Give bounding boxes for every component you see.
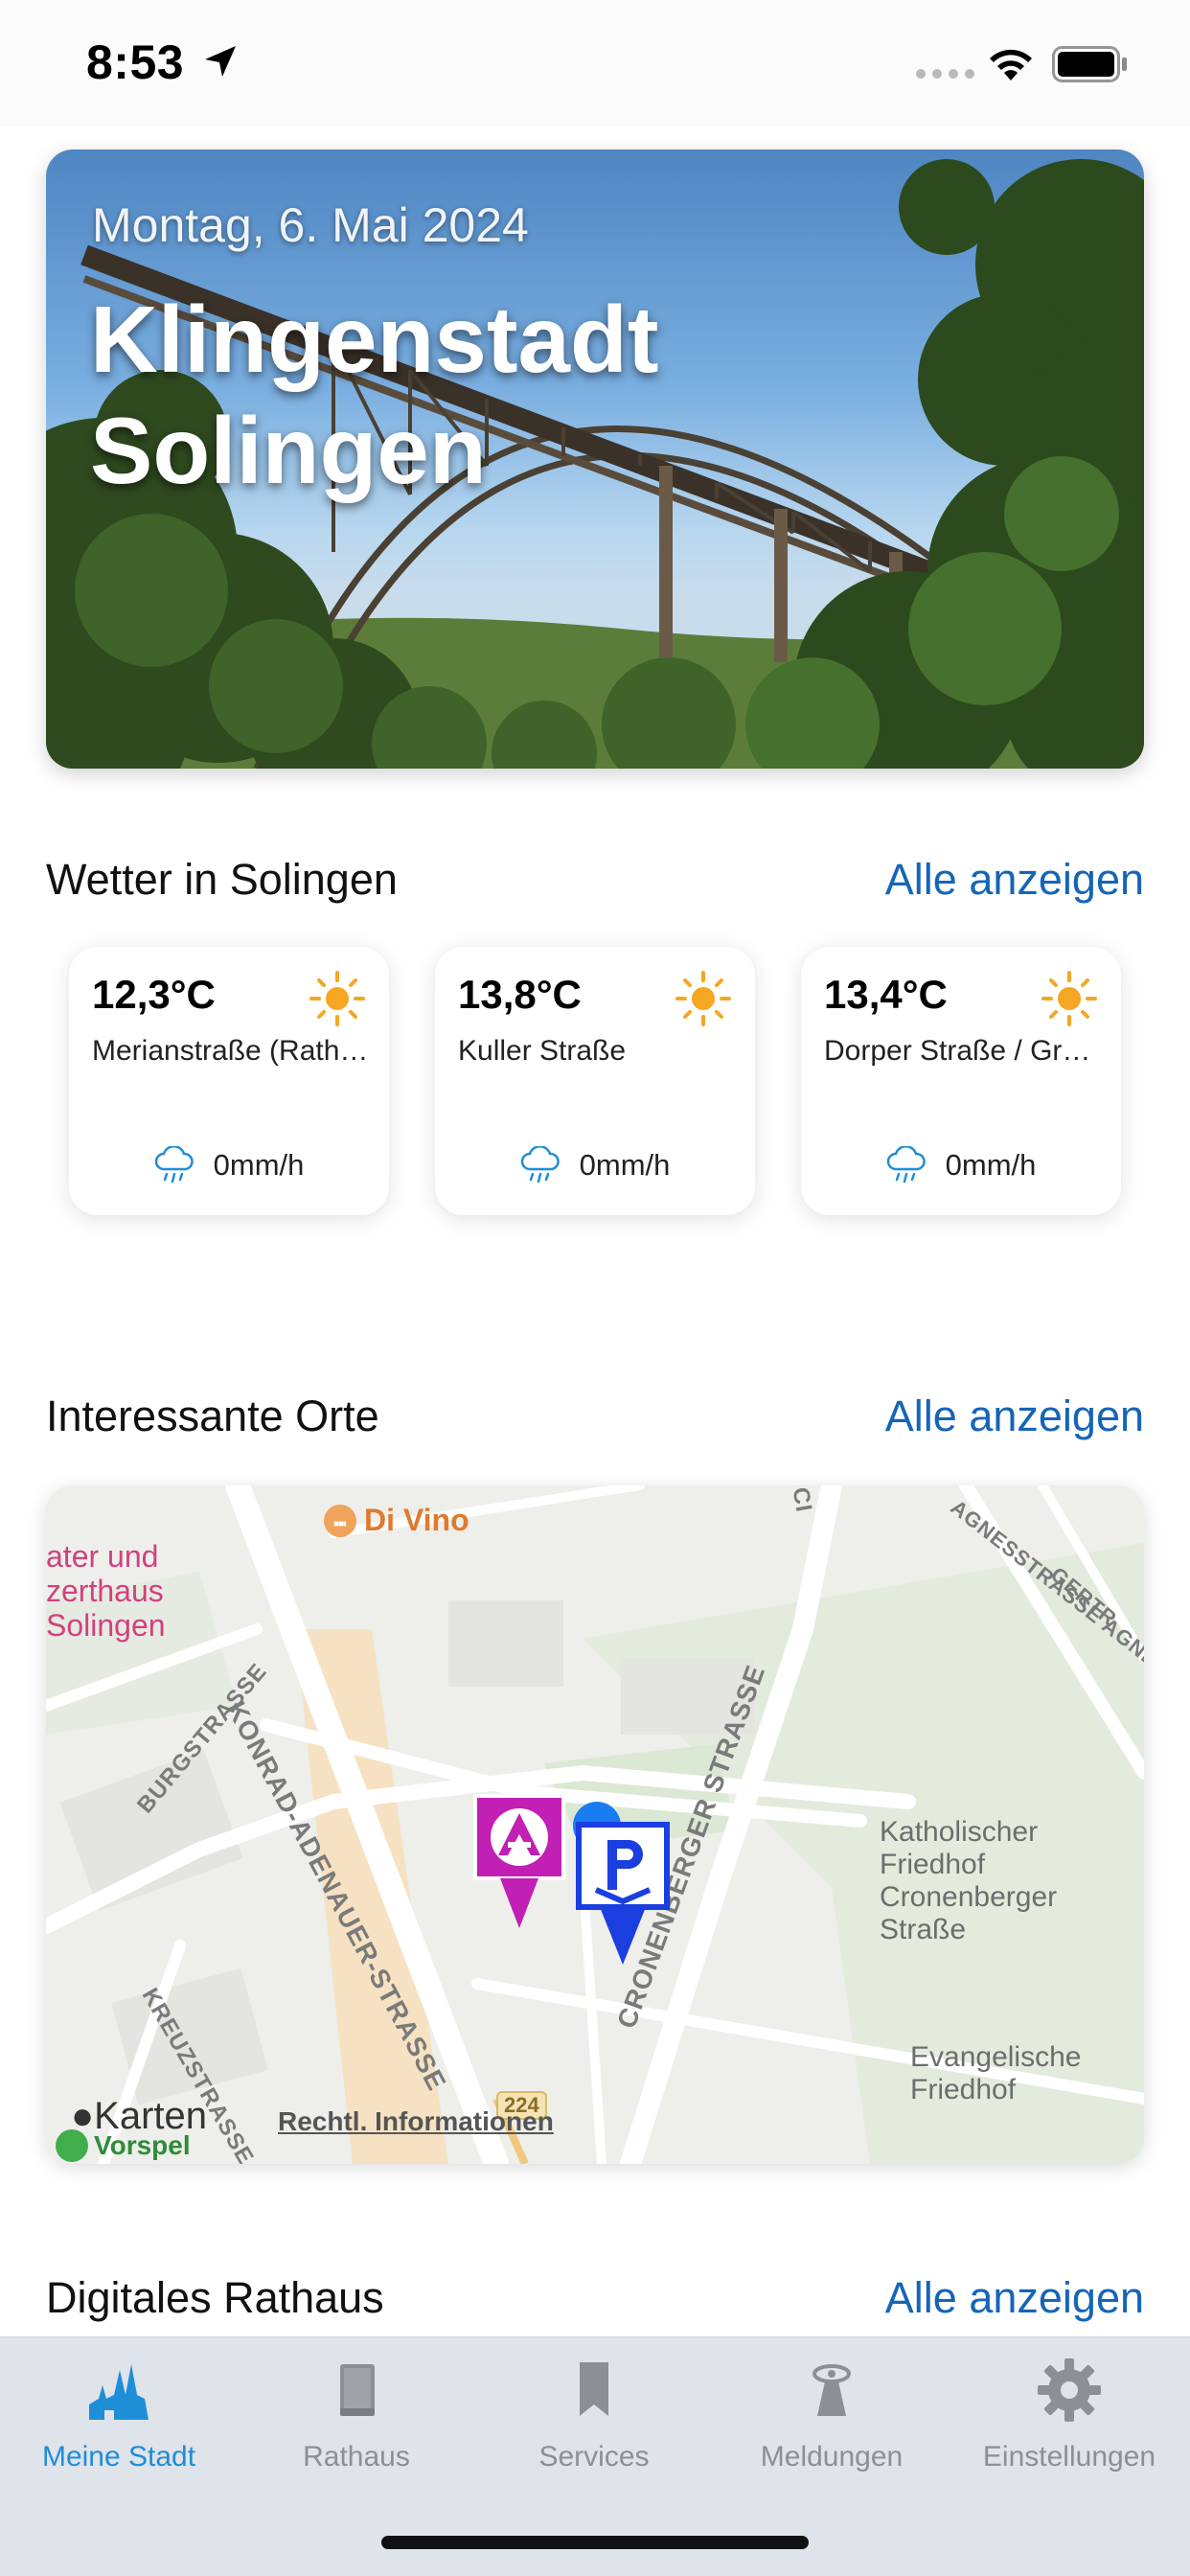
places-map[interactable]: ⑉ Di Vino ater und zerthaus Solingen KON… [46, 1485, 1144, 2164]
app-screen: 8:53 Montag, 6. Mai 2024 Klingenstadt So… [0, 0, 1190, 2576]
status-bar: 8:53 [0, 0, 1190, 126]
parking-marker-icon[interactable] [575, 1821, 675, 1965]
tab-label: Meine Stadt [41, 2441, 196, 2472]
tab-label: Einstellungen [982, 2441, 1156, 2472]
book-icon [340, 2364, 375, 2416]
tab-einstellungen[interactable]: Einstellungen [950, 2357, 1188, 2500]
weather-station-name: Dorper Straße / Grünewald [824, 1035, 1102, 1067]
places-show-all-link[interactable]: Alle anzeigen [885, 1392, 1144, 1441]
weather-card[interactable]: 12,3°C Merianstraße (Rathaus) 0mm/h [69, 947, 389, 1215]
cloud-rain-icon [154, 1146, 194, 1184]
weather-rain-value: 0mm/h [945, 1148, 1037, 1182]
employment-agency-marker-icon[interactable] [473, 1794, 569, 1928]
weather-rain: 0mm/h [69, 1146, 389, 1184]
cloud-rain-icon [886, 1146, 926, 1184]
tab-meine-stadt[interactable]: Meine Stadt [0, 2357, 238, 2500]
tab-rathaus[interactable]: Rathaus [238, 2357, 475, 2500]
sun-icon [1041, 971, 1097, 1026]
hero-title-line1: Klingenstadt [90, 287, 659, 392]
cloud-rain-icon [520, 1146, 560, 1184]
weather-temperature: 13,4°C [824, 972, 948, 1017]
restaurant-icon: ⑉ [324, 1504, 356, 1537]
tab-services[interactable]: Services [475, 2357, 713, 2500]
weather-show-all-link[interactable]: Alle anzeigen [885, 855, 1144, 905]
weather-rain: 0mm/h [435, 1146, 755, 1184]
places-section-title: Interessante Orte [46, 1392, 379, 1440]
map-legal-link[interactable]: Rechtl. Informationen [278, 2106, 554, 2137]
weather-temperature: 12,3°C [92, 972, 216, 1017]
weather-temperature: 13,8°C [458, 972, 582, 1017]
sun-icon [309, 971, 365, 1026]
tab-label: Services [538, 2441, 650, 2472]
weather-station-name: Merianstraße (Rathaus) [92, 1035, 370, 1067]
map-poi-katholischer-friedhof[interactable]: Katholischer Friedhof Cronenberger Straß… [880, 1816, 1057, 1946]
map-poi-divino[interactable]: ⑉ Di Vino [324, 1503, 469, 1538]
hero-title-line2: Solingen [90, 398, 487, 503]
weather-section-header: Wetter in Solingen Alle anzeigen [46, 855, 1144, 912]
weather-rain-value: 0mm/h [213, 1148, 305, 1182]
hero-date: Montag, 6. Mai 2024 [92, 198, 529, 252]
hero-title: Klingenstadt Solingen [90, 284, 952, 506]
weather-card[interactable]: 13,8°C Kuller Straße 0mm/h [435, 947, 755, 1215]
cellular-signal-icon [916, 69, 974, 79]
arrow-up-icon [56, 2129, 88, 2162]
hero-banner[interactable]: Montag, 6. Mai 2024 Klingenstadt Solinge… [46, 150, 1144, 769]
weather-rain-value: 0mm/h [579, 1148, 671, 1182]
map-poi-vorspel[interactable]: Vorspel [56, 2129, 191, 2162]
map-poi-theater[interactable]: ater und zerthaus Solingen [46, 1539, 166, 1643]
weather-station-name: Kuller Straße [458, 1035, 627, 1067]
tab-label: Rathaus [303, 2441, 410, 2472]
location-arrow-icon [205, 46, 236, 77]
map-street-label: CI [787, 1485, 817, 1515]
home-indicator[interactable] [381, 2536, 809, 2549]
weather-card[interactable]: 13,4°C Dorper Straße / Grünewald 0mm/h [801, 947, 1121, 1215]
city-icon [89, 2364, 149, 2420]
map-poi-evangelischer-friedhof[interactable]: Evangelische Friedhof [910, 2041, 1081, 2106]
weather-rain: 0mm/h [801, 1146, 1121, 1184]
tab-meldungen[interactable]: Meldungen [713, 2357, 950, 2500]
tab-label: Meldungen [760, 2441, 904, 2472]
digital-section-header: Digitales Rathaus Alle anzeigen [46, 2273, 1144, 2331]
sun-icon [675, 971, 731, 1026]
megaphone-icon [812, 2364, 851, 2416]
places-section-header: Interessante Orte Alle anzeigen [46, 1392, 1144, 1449]
gear-icon [1038, 2358, 1101, 2422]
wifi-icon [990, 49, 1032, 80]
battery-icon [1052, 46, 1127, 82]
weather-section-title: Wetter in Solingen [46, 855, 398, 904]
bookmark-icon [580, 2362, 608, 2416]
digital-show-all-link[interactable]: Alle anzeigen [885, 2273, 1144, 2323]
status-time: 8:53 [86, 35, 185, 89]
digital-section-title: Digitales Rathaus [46, 2273, 384, 2322]
